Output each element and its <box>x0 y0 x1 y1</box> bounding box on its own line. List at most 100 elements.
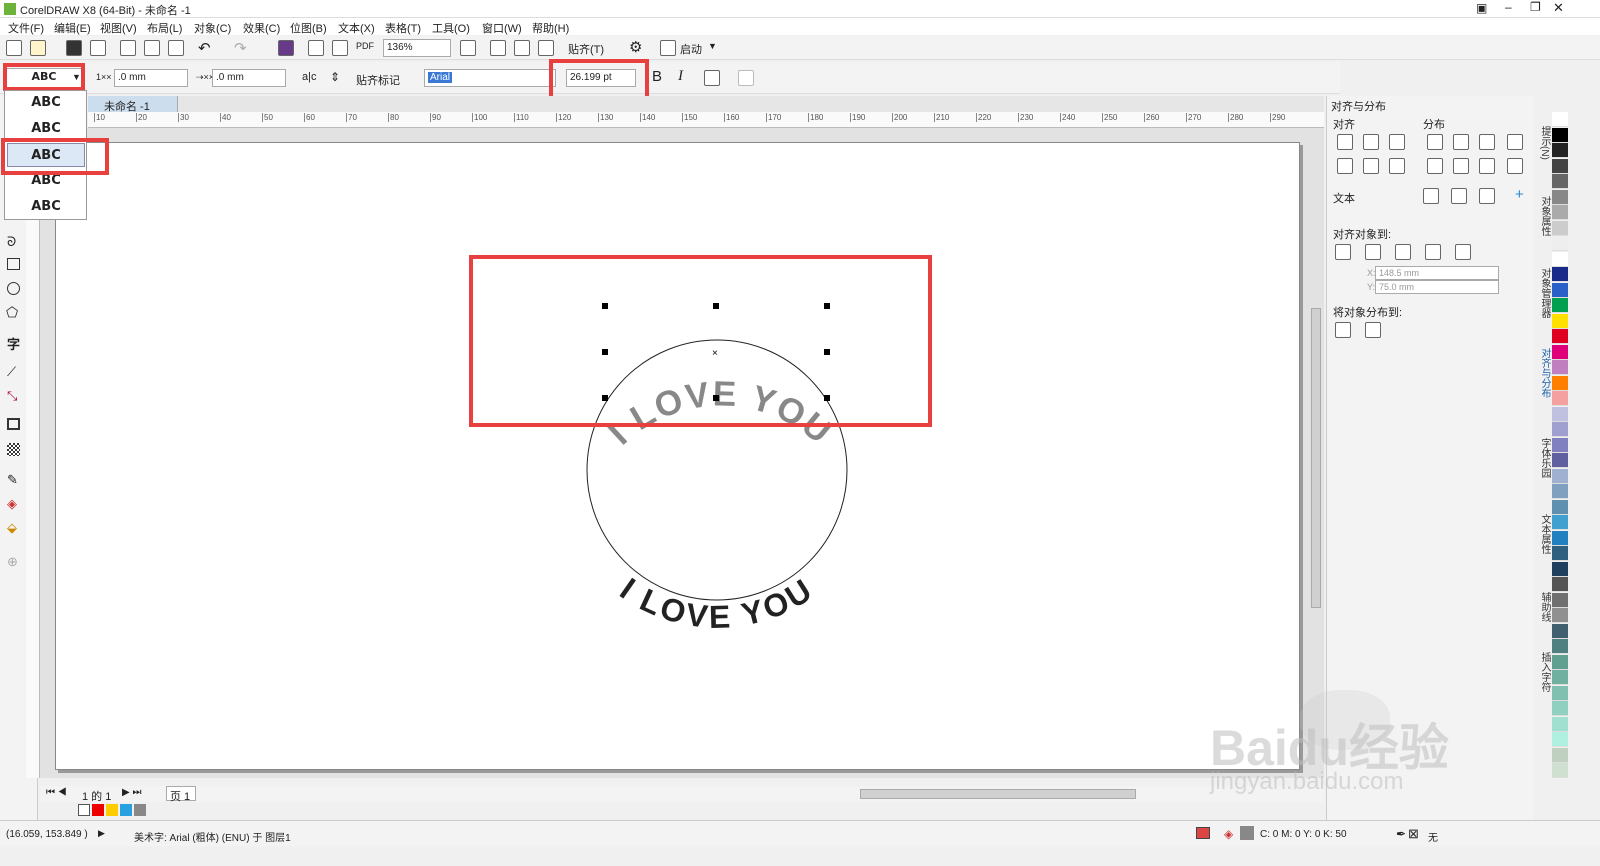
palette-swatch[interactable] <box>1552 654 1568 670</box>
no-color-swatch[interactable] <box>78 804 90 816</box>
smart-fill-icon[interactable]: ⬙ <box>7 520 17 536</box>
x-field[interactable]: 148.5 mm <box>1375 266 1499 280</box>
cut-icon[interactable] <box>120 40 136 56</box>
tab-hints[interactable]: 提示(N) <box>1537 126 1552 160</box>
palette-swatch[interactable] <box>1552 437 1568 453</box>
rectangle-tool-icon[interactable] <box>7 258 20 270</box>
tab-font-playground[interactable]: 字体乐园 <box>1537 438 1552 478</box>
palette-swatch[interactable] <box>1552 298 1568 313</box>
text-line-icon[interactable] <box>1451 188 1467 204</box>
print-icon[interactable] <box>90 40 106 56</box>
italic-button[interactable]: I <box>678 68 683 85</box>
palette-swatch[interactable] <box>1552 685 1568 701</box>
palette-swatch[interactable] <box>1552 220 1568 236</box>
palette-swatch[interactable] <box>1552 577 1568 592</box>
pdf-icon[interactable]: PDF <box>356 41 374 51</box>
palette-swatch[interactable] <box>1552 329 1568 344</box>
snap-to-dropdown[interactable]: 贴齐(T) <box>568 41 604 57</box>
menu-edit[interactable]: 编辑(E) <box>54 20 91 36</box>
palette-swatch[interactable] <box>1552 158 1568 174</box>
eyedropper-icon[interactable]: ✎ <box>7 472 18 488</box>
palette-swatch[interactable] <box>1552 127 1568 143</box>
distribute-vspace-icon[interactable] <box>1507 158 1523 174</box>
user-icon[interactable]: ▣ <box>1476 1 1487 15</box>
palette-swatch[interactable] <box>1552 375 1568 391</box>
palette-swatch[interactable] <box>1552 282 1568 298</box>
copy-icon[interactable] <box>144 40 160 56</box>
distribute-selection-icon[interactable] <box>1335 322 1351 338</box>
menu-layout[interactable]: 布局(L) <box>147 20 182 36</box>
minimize-button[interactable]: – <box>1505 0 1512 14</box>
distribute-left-icon[interactable] <box>1427 134 1443 150</box>
palette-swatch[interactable] <box>1552 112 1568 127</box>
palette-swatch[interactable] <box>1552 530 1568 546</box>
full-screen-icon[interactable] <box>460 40 476 56</box>
first-page-icon[interactable]: ⏮ ◀ <box>46 787 67 798</box>
drawing-page[interactable]: I LOVE YOU I LOVE YOU × <box>55 142 1300 770</box>
palette-swatch[interactable] <box>1552 453 1568 468</box>
page-edge-icon[interactable] <box>1365 244 1381 260</box>
fill-tool-icon[interactable]: ◈ <box>7 496 17 512</box>
point-icon[interactable] <box>1455 244 1471 260</box>
new-icon[interactable] <box>6 40 22 56</box>
y-field[interactable]: 75.0 mm <box>1375 280 1499 294</box>
palette-swatch[interactable] <box>1552 344 1568 360</box>
palette-swatch[interactable] <box>1552 499 1568 515</box>
distribute-middle-icon[interactable] <box>1453 158 1469 174</box>
palette-swatch[interactable] <box>1552 174 1568 189</box>
font-select[interactable]: Arial <box>424 69 556 87</box>
export-icon[interactable] <box>332 40 348 56</box>
distribute-right-icon[interactable] <box>1479 134 1495 150</box>
mirror-v-icon[interactable]: ⇕ <box>330 70 340 84</box>
palette-swatch[interactable] <box>1552 747 1568 763</box>
menu-text[interactable]: 文本(X) <box>338 20 375 36</box>
shadow-tool-icon[interactable] <box>7 418 20 430</box>
preset-item[interactable]: ABC <box>7 91 85 115</box>
add-icon[interactable]: + <box>1515 186 1524 203</box>
palette-swatch[interactable] <box>1552 313 1568 329</box>
align-left-icon[interactable] <box>1337 134 1353 150</box>
lock-icon[interactable] <box>738 70 754 86</box>
align-center-h-icon[interactable] <box>1363 134 1379 150</box>
align-right-icon[interactable] <box>1389 134 1405 150</box>
vertical-scrollbar[interactable] <box>1311 308 1321 608</box>
snap-marks-dropdown[interactable]: 贴齐标记 <box>356 72 400 88</box>
palette-swatch[interactable] <box>1552 732 1568 747</box>
menu-bitmaps[interactable]: 位图(B) <box>290 20 327 36</box>
show-guides-icon[interactable] <box>538 40 554 56</box>
connector-tool-icon[interactable]: ⤡ <box>7 388 17 404</box>
text-baseline-icon[interactable] <box>1423 188 1439 204</box>
palette-swatch[interactable] <box>1552 592 1568 608</box>
align-center-v-icon[interactable] <box>1363 158 1379 174</box>
palette-swatch[interactable] <box>1552 670 1568 685</box>
search-content-icon[interactable] <box>278 40 294 56</box>
palette-swatch[interactable] <box>1552 422 1568 437</box>
palette-swatch[interactable] <box>1552 639 1568 654</box>
dimension-tool-icon[interactable]: ⟋ <box>7 364 16 380</box>
transparency-tool-icon[interactable] <box>7 443 20 456</box>
save-icon[interactable] <box>66 40 82 56</box>
color-proof-icon[interactable] <box>1196 827 1210 839</box>
palette-swatch[interactable] <box>1552 143 1568 158</box>
palette-swatch[interactable] <box>1552 515 1568 530</box>
show-rulers-icon[interactable] <box>490 40 506 56</box>
import-icon[interactable] <box>308 40 324 56</box>
menu-table[interactable]: 表格(T) <box>385 20 421 36</box>
undo-icon[interactable]: ↶ <box>198 39 211 57</box>
close-button[interactable]: ✕ <box>1553 0 1564 16</box>
menu-tools[interactable]: 工具(O) <box>432 20 470 36</box>
palette-swatch[interactable] <box>1552 468 1568 484</box>
palette-swatch[interactable] <box>1552 236 1568 251</box>
paste-icon[interactable] <box>168 40 184 56</box>
active-objects-icon[interactable] <box>1335 244 1351 260</box>
maximize-button[interactable]: ❐ <box>1530 0 1541 14</box>
align-top-icon[interactable] <box>1337 158 1353 174</box>
tab-insert-character[interactable]: 插入字符 <box>1537 652 1552 692</box>
preset-item[interactable]: ABC <box>7 195 85 219</box>
distribute-bottom-icon[interactable] <box>1479 158 1495 174</box>
palette-swatch[interactable] <box>1552 391 1568 406</box>
play-icon[interactable]: ▶ <box>98 828 105 839</box>
tab-object-manager[interactable]: 对象管理器 <box>1537 268 1552 318</box>
palette-swatch[interactable] <box>1552 360 1568 375</box>
add-tool-icon[interactable]: ⊕ <box>7 554 18 570</box>
